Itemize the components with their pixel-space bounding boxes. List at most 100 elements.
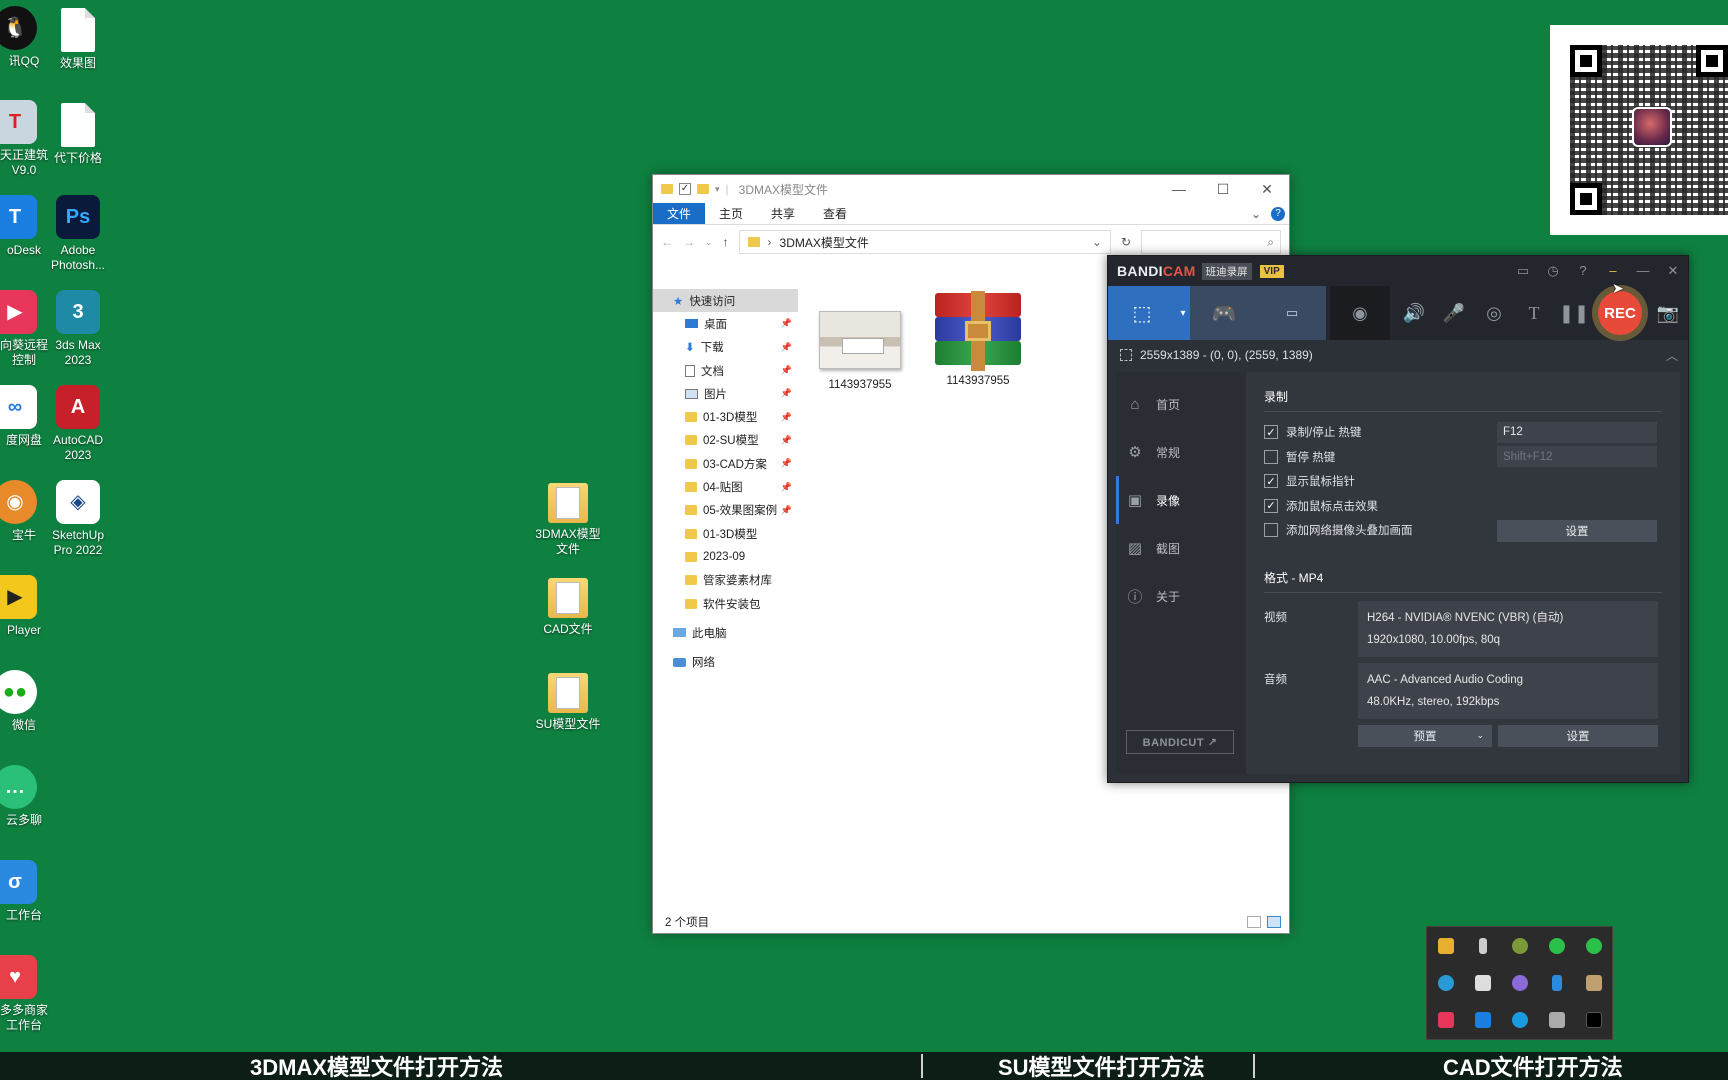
pause-icon[interactable]: ❚❚: [1554, 286, 1594, 340]
details-view-icon[interactable]: [1247, 916, 1261, 928]
desktop-icon-potplayer[interactable]: ▶ Player: [0, 575, 54, 638]
webcam-icon[interactable]: ◉: [1330, 286, 1390, 340]
large-icons-view-icon[interactable]: [1267, 916, 1281, 928]
tab-share[interactable]: 共享: [757, 203, 809, 224]
checkbox-checked[interactable]: ✓: [1264, 474, 1278, 489]
properties-check-icon[interactable]: ✓: [679, 183, 691, 195]
audio-format-value[interactable]: AAC - Advanced Audio Coding 48.0KHz, ste…: [1358, 662, 1658, 719]
image-tool-icon[interactable]: [1474, 974, 1491, 991]
help-icon[interactable]: ?: [1271, 206, 1285, 221]
todesk-tray-icon[interactable]: [1474, 1012, 1491, 1029]
desktop-icon-3dsmax[interactable]: 3 3ds Max 2023: [39, 290, 117, 368]
usb-drive-icon[interactable]: [1478, 937, 1487, 954]
address-bar[interactable]: › 3DMAX模型文件 ⌄: [738, 230, 1111, 254]
mouse-cursor-icon[interactable]: ◎: [1474, 286, 1514, 340]
close-button[interactable]: ✕: [1245, 181, 1289, 198]
close-button[interactable]: ✕: [1658, 263, 1688, 279]
skype-icon[interactable]: [1511, 1012, 1528, 1029]
desktop-folder-su[interactable]: SU模型文件: [529, 673, 607, 732]
wechat-tray-icon[interactable]: [1548, 937, 1565, 954]
nav-network[interactable]: 网络: [653, 650, 798, 673]
refresh-icon[interactable]: ↻: [1121, 235, 1131, 249]
nav-pictures[interactable]: 图片 📌: [653, 382, 798, 405]
rec-button[interactable]: REC: [1598, 291, 1642, 335]
recent-dropdown-icon[interactable]: ⌄: [705, 237, 713, 248]
option-pause-hotkey[interactable]: 暂停 热键 Shift+F12: [1264, 445, 1662, 470]
nav-folder-cad[interactable]: 03-CAD方案 📌: [653, 452, 798, 475]
option-click-effect[interactable]: ✓ 添加鼠标点击效果: [1264, 494, 1662, 519]
nav-this-pc[interactable]: 此电脑: [653, 621, 798, 644]
breadcrumb-chevron-icon[interactable]: ›: [768, 235, 772, 249]
desktop-icon-chat[interactable]: … 云多聊: [0, 765, 54, 828]
security-shield-icon[interactable]: [1437, 937, 1454, 954]
nav-downloads[interactable]: ⬇ 下载 📌: [653, 336, 798, 359]
tab-file[interactable]: 文件: [653, 203, 706, 224]
bandicut-button[interactable]: BANDICUT ↗: [1126, 730, 1234, 754]
explorer-titlebar[interactable]: ✓ ▾ | 3DMAX模型文件 — ☐ ✕: [653, 175, 1289, 203]
breadcrumb-current[interactable]: 3DMAX模型文件: [780, 234, 869, 251]
pin-icon[interactable]: 📌: [781, 388, 792, 399]
up-arrow-icon[interactable]: ↑: [723, 235, 729, 249]
desktop-icon-xiaoguotu[interactable]: 效果图: [39, 8, 117, 71]
folder-icon[interactable]: ▭: [1508, 263, 1538, 279]
file-item-image[interactable]: 1143937955: [810, 303, 910, 391]
sidebar-item-home[interactable]: ⌂ 首页: [1116, 380, 1246, 428]
back-arrow-icon[interactable]: ←: [661, 235, 673, 249]
file-item-rar[interactable]: 1143937955: [928, 291, 1028, 387]
qr-tray-icon[interactable]: [1548, 1012, 1565, 1029]
webcam-settings-button[interactable]: 设置: [1497, 520, 1657, 542]
desktop-folder-3dmax[interactable]: 3DMAX模型 文件: [529, 483, 607, 557]
qat-dropdown-icon[interactable]: ▾: [715, 184, 720, 195]
desktop-icon-wechat[interactable]: ●● 微信: [0, 670, 54, 733]
expand-ribbon-icon[interactable]: ⌄: [1251, 207, 1261, 221]
preset-dropdown[interactable]: 预置 ⌄: [1358, 724, 1492, 747]
game-record-mode-icon[interactable]: 🎮: [1190, 286, 1258, 340]
speaker-icon[interactable]: 🔊: [1394, 286, 1434, 340]
black-app-icon[interactable]: [1585, 1012, 1602, 1029]
pin-icon[interactable]: 📌: [781, 505, 792, 516]
nav-folder-3d-2[interactable]: 01-3D模型: [653, 522, 798, 545]
desktop-icon-workbench[interactable]: σ 工作台: [0, 860, 54, 923]
option-record-hotkey[interactable]: ✓ 录制/停止 热键 F12: [1264, 420, 1662, 445]
desktop-icon-photoshop[interactable]: Ps Adobe Photosh...: [39, 195, 117, 273]
help-icon[interactable]: ?: [1568, 263, 1598, 279]
checkbox-unchecked[interactable]: [1264, 449, 1278, 464]
wechat-work-tray-icon[interactable]: [1585, 937, 1602, 954]
checkbox-unchecked[interactable]: [1264, 523, 1278, 538]
bandicam-titlebar[interactable]: BANDICAM 班迪录屏 VIP ▭ ◷ ? – — ✕: [1108, 256, 1688, 286]
new-folder-icon[interactable]: [697, 184, 709, 194]
app-butterfly-icon[interactable]: [1585, 974, 1602, 991]
mode-dropdown-icon[interactable]: ▾: [1176, 286, 1190, 340]
edge-browser-icon[interactable]: [1437, 974, 1454, 991]
desktop-icon-price[interactable]: 代下价格: [39, 103, 117, 166]
tab-view[interactable]: 查看: [809, 203, 861, 224]
nav-folder-3d[interactable]: 01-3D模型 📌: [653, 405, 798, 428]
sidebar-item-about[interactable]: ⓘ 关于: [1116, 572, 1246, 620]
maximize-button[interactable]: —: [1628, 263, 1658, 279]
sidebar-item-screenshot[interactable]: ▨ 截图: [1116, 524, 1246, 572]
option-webcam-overlay[interactable]: 添加网络摄像头叠加画面 设置: [1264, 518, 1662, 543]
address-dropdown-icon[interactable]: ⌄: [1092, 235, 1102, 249]
pin-icon[interactable]: 📌: [781, 482, 792, 493]
nav-quick-access[interactable]: ★ 快速访问: [653, 289, 798, 313]
minimize-button[interactable]: –: [1598, 263, 1628, 279]
tab-home[interactable]: 主页: [705, 203, 757, 224]
option-show-cursor[interactable]: ✓ 显示鼠标指针: [1264, 469, 1662, 494]
pin-icon[interactable]: 📌: [781, 435, 792, 446]
record-hotkey-field[interactable]: F12: [1497, 421, 1657, 443]
forward-arrow-icon[interactable]: →: [683, 235, 695, 249]
desktop-icon-sketchup[interactable]: ◈ SketchUp Pro 2022: [39, 480, 117, 558]
microphone-icon[interactable]: 🎤: [1434, 286, 1474, 340]
text-overlay-icon[interactable]: T: [1514, 286, 1554, 340]
nav-folder-2023-09[interactable]: 2023-09: [653, 545, 798, 568]
webcam-tray-icon[interactable]: [1511, 974, 1528, 991]
nav-desktop[interactable]: 桌面 📌: [653, 312, 798, 335]
checkbox-checked[interactable]: ✓: [1264, 425, 1278, 440]
nav-folder-su[interactable]: 02-SU模型 📌: [653, 429, 798, 452]
bluetooth-icon[interactable]: [1551, 974, 1562, 991]
nav-folder-materials[interactable]: 管家婆素材库: [653, 569, 798, 592]
video-format-value[interactable]: H264 - NVIDIA® NVENC (VBR) (自动) 1920x108…: [1358, 600, 1658, 657]
sidebar-item-general[interactable]: ⚙ 常规: [1116, 428, 1246, 476]
pin-icon[interactable]: 📌: [781, 365, 792, 376]
search-input[interactable]: ⌕: [1141, 230, 1281, 254]
